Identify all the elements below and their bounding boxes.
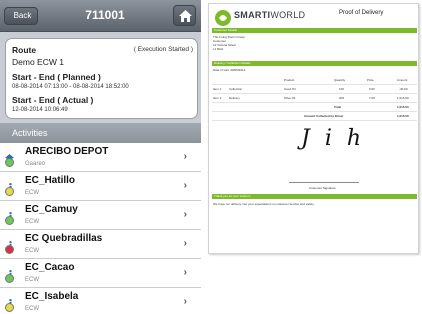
chevron-right-icon: › [183, 238, 187, 249]
col-header-quantity: Quantity [334, 78, 346, 82]
col-header-product: Product [284, 78, 295, 82]
row-price: 0.00 [369, 87, 375, 91]
home-icon [179, 10, 192, 22]
chevron-right-icon: › [183, 267, 187, 278]
row-type: Collection [229, 87, 243, 91]
table-divider [212, 120, 417, 121]
col-header-price: Price [367, 78, 374, 82]
thanks-bar: Thank you for your custom ! [212, 194, 417, 199]
customer-signature: J i h [301, 126, 366, 151]
actual-label: Start - End ( Actual ) [12, 95, 94, 105]
row-quantity: 200 [339, 96, 345, 100]
activity-title: EC_Cacao [25, 262, 75, 273]
actual-value: 12-08-2014 10:06:49 [12, 107, 68, 113]
thanks-line: We hope our delivery met your expectatio… [213, 202, 314, 206]
page-title: 711001 [85, 8, 125, 22]
route-status: ( Execution Started ) [133, 46, 193, 53]
col-header-amount: Amount [397, 78, 408, 82]
activity-title: EC Quebradillas [25, 233, 103, 244]
activity-subtitle: ECW [25, 277, 39, 283]
activity-subtitle: ECW [25, 219, 39, 225]
smartiworld-logo-icon [215, 10, 231, 26]
chevron-right-icon: › [183, 151, 187, 162]
activity-subtitle: ECW [25, 306, 39, 312]
table-divider [212, 102, 417, 103]
row-quantity: 100 [339, 87, 345, 91]
activity-item[interactable]: EC_Camuy ECW › [0, 201, 201, 230]
row-amount: -40.00 [399, 87, 408, 91]
row-product: Used Oil [284, 87, 296, 91]
activity-title: EC_Camuy [25, 204, 78, 215]
activity-title: EC_Isabela [25, 291, 79, 302]
chevron-right-icon: › [183, 296, 187, 307]
total-value: 1,015.00 [397, 105, 409, 109]
proof-of-delivery-document: SMARTIWORLD Proof of Delivery Customer D… [208, 3, 419, 254]
status-dot [5, 303, 14, 312]
status-dot [5, 274, 14, 283]
status-dot [5, 158, 14, 167]
route-label: Route [12, 45, 37, 55]
back-button[interactable]: Back [4, 7, 38, 25]
collected-value: 1,015.00 [397, 114, 409, 118]
status-dot [5, 216, 14, 225]
mobile-app-screen: Back 711001 Route ( Execution Started ) … [0, 0, 201, 314]
chevron-right-icon: › [183, 180, 187, 191]
status-dot [5, 245, 14, 254]
customer-line: LJ 8GG [213, 47, 224, 51]
activity-subtitle: Gaareo [25, 161, 46, 167]
planned-value: 08-08-2014 07:13:00 - 08-08-2014 18:52:0… [12, 84, 129, 90]
delivery-details-bar: Delivery / Collection Details [212, 61, 417, 66]
activity-item[interactable]: EC_Isabela ECW › [0, 288, 201, 314]
status-dot [5, 187, 14, 196]
brand-light: WORLD [270, 10, 306, 20]
activity-item[interactable]: ARECIBO DEPOT Gaareo › [0, 143, 201, 172]
activity-title: ARECIBO DEPOT [25, 146, 109, 157]
row-amount: 1,015.00 [397, 96, 409, 100]
signature-caption: Customer Signature [309, 186, 336, 190]
activities-header: Activities [0, 123, 201, 143]
brand-name: SMARTIWORLD [234, 10, 305, 20]
signature-line [289, 182, 359, 183]
activity-item[interactable]: EC Quebradillas ECW › [0, 230, 201, 259]
table-divider [212, 93, 417, 94]
chevron-right-icon: › [183, 209, 187, 220]
table-divider [212, 84, 417, 85]
visit-date: Date of visit: 20/06/2014 [213, 68, 246, 72]
document-title: Proof of Delivery [339, 10, 384, 16]
table-divider [212, 111, 417, 112]
home-button[interactable] [173, 5, 196, 26]
activity-item[interactable]: EC_Cacao ECW › [0, 259, 201, 288]
activity-list: ARECIBO DEPOT Gaareo › EC_Hatillo ECW › EC_Cam… [0, 143, 201, 314]
row-price: 7.00 [369, 96, 375, 100]
route-card: Route ( Execution Started ) Demo ECW 1 S… [5, 38, 198, 119]
brand-bold: SMARTI [234, 10, 271, 20]
collected-label: Amount Collected by Driver [304, 114, 344, 118]
row-type: Delivery [229, 96, 240, 100]
total-label: Total [334, 105, 341, 109]
activity-subtitle: ECW [25, 248, 39, 254]
route-name: Demo ECW 1 [12, 57, 64, 67]
row-item: Item 1 [213, 87, 222, 91]
navigation-bar: Back 711001 [0, 0, 201, 32]
customer-details-bar: Customer Details [212, 28, 417, 33]
activity-item[interactable]: EC_Hatillo ECW › [0, 172, 201, 201]
activity-subtitle: ECW [25, 190, 39, 196]
row-item: Item 1 [213, 96, 222, 100]
activity-title: EC_Hatillo [25, 175, 76, 186]
planned-label: Start - End ( Planned ) [12, 72, 101, 82]
row-product: Olive Oil [284, 96, 296, 100]
